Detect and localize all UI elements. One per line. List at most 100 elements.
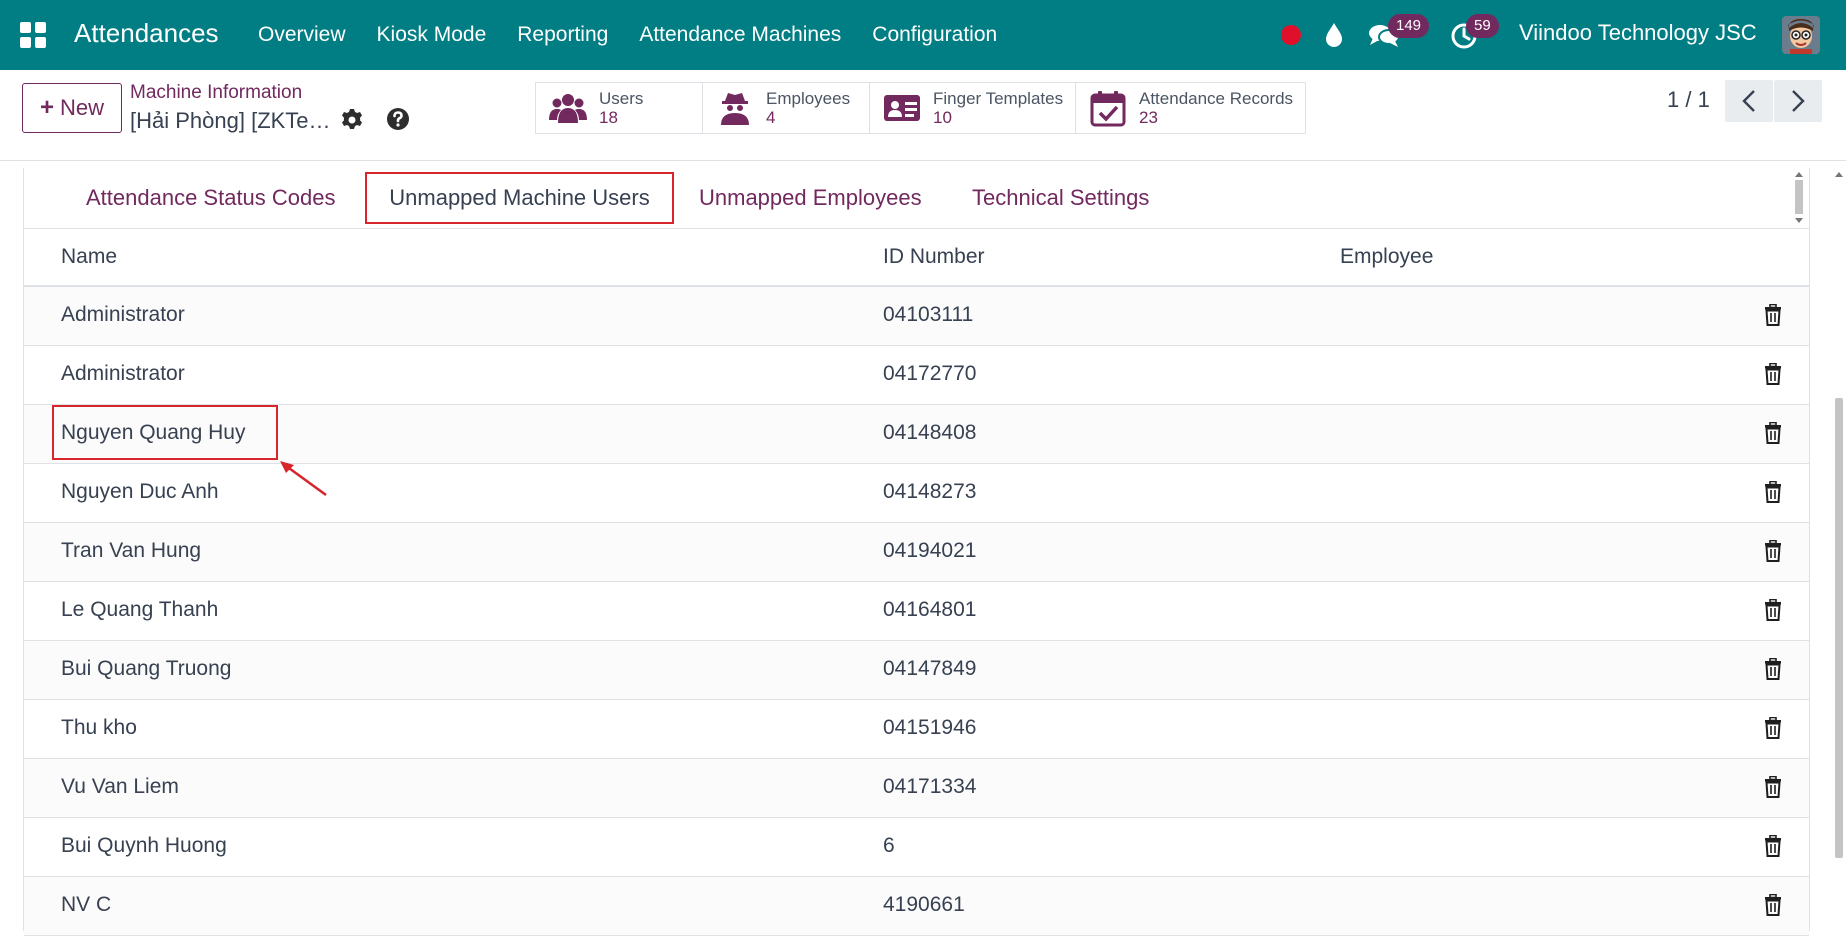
pager-next-button[interactable] bbox=[1774, 80, 1822, 122]
cell-name: Administrator bbox=[61, 362, 185, 385]
cell-id-number: 04148273 bbox=[883, 480, 977, 503]
gear-icon[interactable] bbox=[340, 108, 364, 132]
menu-attendance-machines[interactable]: Attendance Machines bbox=[639, 23, 841, 47]
employees-label: Employees bbox=[766, 89, 851, 108]
trash-icon[interactable] bbox=[1764, 599, 1782, 621]
plus-icon: + bbox=[39, 94, 54, 121]
id-card-icon bbox=[884, 95, 920, 121]
trash-icon[interactable] bbox=[1764, 304, 1782, 326]
cell-name: Tran Van Hung bbox=[61, 539, 202, 562]
cell-id-number: 04147849 bbox=[883, 657, 977, 680]
tab-unmapped-machine-users[interactable]: Unmapped Machine Users bbox=[365, 172, 674, 224]
recording-dot-icon[interactable] bbox=[1281, 25, 1301, 45]
cell-name: Bui Quang Truong bbox=[61, 657, 232, 680]
tab-technical-settings[interactable]: Technical Settings bbox=[972, 172, 1149, 224]
smart-buttons: Users 18 Employees 4 Finger Templates 10… bbox=[535, 82, 1306, 134]
new-button[interactable]: + New bbox=[22, 83, 122, 133]
cell-name: Nguyen Quang Huy bbox=[61, 421, 246, 444]
users-label: Users bbox=[599, 89, 644, 108]
table-row[interactable]: Le Quang Thanh 04164801 bbox=[24, 582, 1809, 641]
cell-id-number: 04194021 bbox=[883, 539, 977, 562]
menu-overview[interactable]: Overview bbox=[258, 23, 346, 47]
attendance-records-count: 23 bbox=[1139, 108, 1158, 127]
trash-icon[interactable] bbox=[1764, 540, 1782, 562]
table-row[interactable]: Bui Quynh Huong 6 bbox=[24, 818, 1809, 877]
trash-icon[interactable] bbox=[1764, 835, 1782, 857]
trash-icon[interactable] bbox=[1764, 363, 1782, 385]
table-row[interactable]: Nguyen Quang Huy 04148408 bbox=[24, 405, 1809, 464]
column-header-employee[interactable]: Employee bbox=[1340, 245, 1433, 269]
table-row[interactable]: Bui Quang Truong 04147849 bbox=[24, 641, 1809, 700]
activities-badge: 59 bbox=[1466, 14, 1499, 38]
calendar-check-icon bbox=[1090, 91, 1126, 127]
table-row[interactable]: Thu kho 04151946 bbox=[24, 700, 1809, 759]
chevron-left-icon bbox=[1742, 90, 1755, 112]
menu-configuration[interactable]: Configuration bbox=[872, 23, 997, 47]
attendance-records-label: Attendance Records bbox=[1139, 89, 1294, 108]
app-title[interactable]: Attendances bbox=[74, 18, 219, 49]
trash-icon[interactable] bbox=[1764, 481, 1782, 503]
pager-previous-button[interactable] bbox=[1725, 80, 1773, 122]
cell-id-number: 04148408 bbox=[883, 421, 977, 444]
pager-value[interactable]: 1 / 1 bbox=[1667, 87, 1710, 113]
cell-name: NV C bbox=[61, 893, 112, 916]
menu-kiosk-mode[interactable]: Kiosk Mode bbox=[377, 23, 487, 47]
trash-icon[interactable] bbox=[1764, 658, 1782, 680]
table-row[interactable]: Nguyen Duc Anh 04148273 bbox=[24, 464, 1809, 523]
table-row[interactable]: Vu Van Liem 04171334 bbox=[24, 759, 1809, 818]
cell-id-number: 04171334 bbox=[883, 775, 977, 798]
menu-reporting[interactable]: Reporting bbox=[517, 23, 608, 47]
help-icon[interactable] bbox=[386, 107, 410, 131]
finger-templates-label: Finger Templates bbox=[933, 89, 1064, 108]
cell-name: Nguyen Duc Anh bbox=[61, 480, 219, 503]
users-smart-button[interactable]: Users 18 bbox=[535, 82, 703, 134]
main-menu: Overview Kiosk Mode Reporting Attendance… bbox=[258, 0, 1028, 70]
new-button-label: New bbox=[60, 95, 105, 120]
cell-id-number: 04164801 bbox=[883, 598, 977, 621]
cell-name: Le Quang Thanh bbox=[61, 598, 219, 621]
column-header-id-number[interactable]: ID Number bbox=[883, 245, 985, 269]
table-body: Administrator 04103111 Administrator 041727… bbox=[24, 287, 1809, 936]
cell-name: Vu Van Liem bbox=[61, 775, 179, 798]
control-panel: + New Machine Information [Hải Phòng] [Z… bbox=[0, 70, 1846, 161]
trash-icon[interactable] bbox=[1764, 422, 1782, 444]
finger-templates-count: 10 bbox=[933, 108, 952, 127]
cell-id-number: 04151946 bbox=[883, 716, 977, 739]
column-header-name[interactable]: Name bbox=[61, 245, 117, 269]
droplet-icon[interactable] bbox=[1324, 22, 1344, 48]
form-sheet: Attendance Status Codes Unmapped Machine… bbox=[23, 168, 1810, 936]
top-navbar: Attendances Overview Kiosk Mode Reportin… bbox=[0, 0, 1846, 70]
cell-id-number: 04103111 bbox=[883, 303, 974, 326]
finger-templates-smart-button[interactable]: Finger Templates 10 bbox=[869, 82, 1076, 134]
avatar[interactable] bbox=[1782, 16, 1820, 54]
trash-icon[interactable] bbox=[1764, 776, 1782, 798]
company-switcher[interactable]: Viindoo Technology JSC bbox=[1519, 20, 1757, 46]
users-count: 18 bbox=[599, 108, 618, 127]
tab-attendance-status-codes[interactable]: Attendance Status Codes bbox=[86, 172, 336, 224]
table-row[interactable]: Administrator 04103111 bbox=[24, 287, 1809, 346]
breadcrumb-parent-link[interactable]: Machine Information bbox=[130, 82, 302, 104]
cell-id-number: 6 bbox=[883, 834, 895, 857]
apps-grid-icon[interactable] bbox=[20, 22, 46, 48]
page-scrollbar[interactable] bbox=[1832, 168, 1846, 931]
employees-count: 4 bbox=[766, 108, 776, 127]
table-row[interactable]: NV C 4190661 bbox=[24, 877, 1809, 936]
record-title: [Hải Phòng] [ZKTe… bbox=[130, 108, 331, 133]
cell-id-number: 04172770 bbox=[883, 362, 977, 385]
trash-icon[interactable] bbox=[1764, 894, 1782, 916]
spy-icon bbox=[721, 93, 749, 125]
cell-name: Administrator bbox=[61, 303, 185, 326]
cell-id-number: 4190661 bbox=[883, 893, 965, 916]
cell-name: Bui Quynh Huong bbox=[61, 834, 227, 857]
table-row[interactable]: Administrator 04172770 bbox=[24, 346, 1809, 405]
table-header: Name ID Number Employee bbox=[24, 229, 1809, 287]
chevron-right-icon bbox=[1792, 90, 1805, 112]
attendance-records-smart-button[interactable]: Attendance Records 23 bbox=[1075, 82, 1306, 134]
notebook-tabs: Attendance Status Codes Unmapped Machine… bbox=[24, 168, 1809, 229]
users-icon bbox=[549, 94, 587, 123]
trash-icon[interactable] bbox=[1764, 717, 1782, 739]
tab-unmapped-employees[interactable]: Unmapped Employees bbox=[699, 172, 922, 224]
employees-smart-button[interactable]: Employees 4 bbox=[702, 82, 870, 134]
tabs-scrollbar[interactable] bbox=[1790, 168, 1808, 228]
table-row[interactable]: Tran Van Hung 04194021 bbox=[24, 523, 1809, 582]
